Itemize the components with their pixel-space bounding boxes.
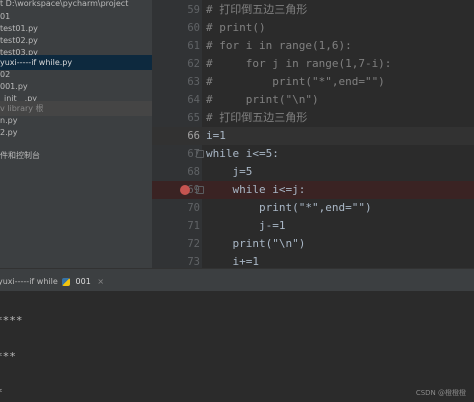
tree-item-label: yuxi-----if while.py [0, 58, 73, 67]
line-number: 65 [187, 112, 200, 124]
code-line[interactable]: 67 while i<=5: [152, 145, 474, 163]
console-line: *** [0, 350, 16, 363]
line-number: 70 [187, 202, 200, 214]
line-number: 69 [187, 184, 200, 196]
code-text: # print("\n") [206, 93, 319, 106]
line-number: 64 [187, 94, 200, 106]
close-icon[interactable]: × [97, 277, 104, 286]
tree-item-label: t D:\workspace\pycharm\project [0, 0, 129, 8]
code-line-breakpoint[interactable]: 69 while i<=j: [152, 181, 474, 199]
run-tool-window-tabs: yuxi-----if while × 001 × [0, 268, 474, 292]
line-number: 72 [187, 238, 200, 250]
line-number: 62 [187, 58, 200, 70]
code-line[interactable]: 63 # print("*",end="") [152, 73, 474, 91]
code-line[interactable]: 70 print("*",end="") [152, 199, 474, 217]
code-line[interactable]: 72 print("\n") [152, 235, 474, 253]
code-line[interactable]: 64 # print("\n") [152, 91, 474, 109]
line-number: 66 [187, 130, 200, 142]
fold-marker-icon[interactable] [196, 186, 204, 194]
tree-item-label: n.py [0, 116, 18, 125]
tree-item-label: 件和控制台 [0, 151, 40, 160]
line-number: 68 [187, 166, 200, 178]
console-line: * [0, 386, 3, 400]
code-text: i+=1 [206, 255, 259, 268]
run-tab-label: 001 [75, 277, 91, 286]
code-line[interactable]: 61 # for i in range(1,6): [152, 37, 474, 55]
code-text: while i<=j: [206, 183, 306, 196]
code-editor[interactable]: 59 # 打印倒五边三角形 60 # print() 61 # for i in… [152, 0, 474, 268]
code-text: while i<=5: [206, 147, 279, 160]
breakpoint-icon[interactable] [180, 185, 190, 195]
code-line[interactable]: 73 i+=1 [152, 253, 474, 268]
code-text: j-=1 [206, 219, 286, 232]
project-tree-panel: t D:\workspace\pycharm\project 01 test01… [0, 0, 152, 268]
line-number: 67 [187, 148, 200, 160]
line-number: 71 [187, 220, 200, 232]
code-text: # print("*",end="") [206, 75, 385, 88]
code-line[interactable]: 59 # 打印倒五边三角形 [152, 1, 474, 19]
code-line[interactable]: 68 j=5 [152, 163, 474, 181]
fold-marker-icon[interactable] [196, 150, 204, 158]
pycharm-window: t D:\workspace\pycharm\project 01 test01… [0, 0, 474, 402]
tree-item-label: 2.py [0, 128, 18, 137]
tree-item-file[interactable]: 2.py [0, 125, 152, 140]
tree-item-scratches-consoles[interactable]: 件和控制台 [0, 148, 152, 163]
code-text: # 打印倒五边三角形 [206, 3, 308, 16]
code-line[interactable]: 71 j-=1 [152, 217, 474, 235]
tree-item-label: 01 [0, 12, 11, 21]
code-text: # print() [206, 21, 266, 34]
tree-item-label: 001.py [0, 82, 28, 91]
code-line[interactable]: 60 # print() [152, 19, 474, 37]
line-number: 60 [187, 22, 200, 34]
line-number: 61 [187, 40, 200, 52]
code-text: # for j in range(1,7-i): [206, 57, 392, 70]
console-line: **** [0, 314, 23, 327]
code-text: # 打印倒五边三角形 [206, 111, 308, 124]
code-line[interactable]: 62 # for j in range(1,7-i): [152, 55, 474, 73]
code-line-current[interactable]: 66 i=1 [152, 127, 474, 145]
line-number: 59 [187, 4, 200, 16]
code-line[interactable]: 65 # 打印倒五边三角形 [152, 109, 474, 127]
code-text: # for i in range(1,6): [206, 39, 352, 52]
code-text: i=1 [206, 129, 226, 142]
code-text: print("\n") [206, 237, 306, 250]
tree-item-label: test02.py [0, 36, 38, 45]
line-number: 63 [187, 76, 200, 88]
run-console-output[interactable]: **** *** * CSDN @橙橙橙 [0, 292, 474, 402]
tree-item-label: 02 [0, 70, 11, 79]
tree-item-label: test01.py [0, 24, 38, 33]
tree-item-label: v library 根 [0, 104, 44, 113]
run-tab-yuxi-if-while[interactable]: yuxi-----if while × [0, 274, 71, 289]
run-tab-001[interactable]: 001 × [62, 274, 104, 289]
code-text: j=5 [206, 165, 253, 178]
watermark: CSDN @橙橙橙 [415, 389, 466, 397]
python-file-icon [62, 277, 70, 286]
run-tab-label: yuxi-----if while [0, 277, 58, 286]
line-number: 73 [187, 256, 200, 268]
code-text: print("*",end="") [206, 201, 372, 214]
